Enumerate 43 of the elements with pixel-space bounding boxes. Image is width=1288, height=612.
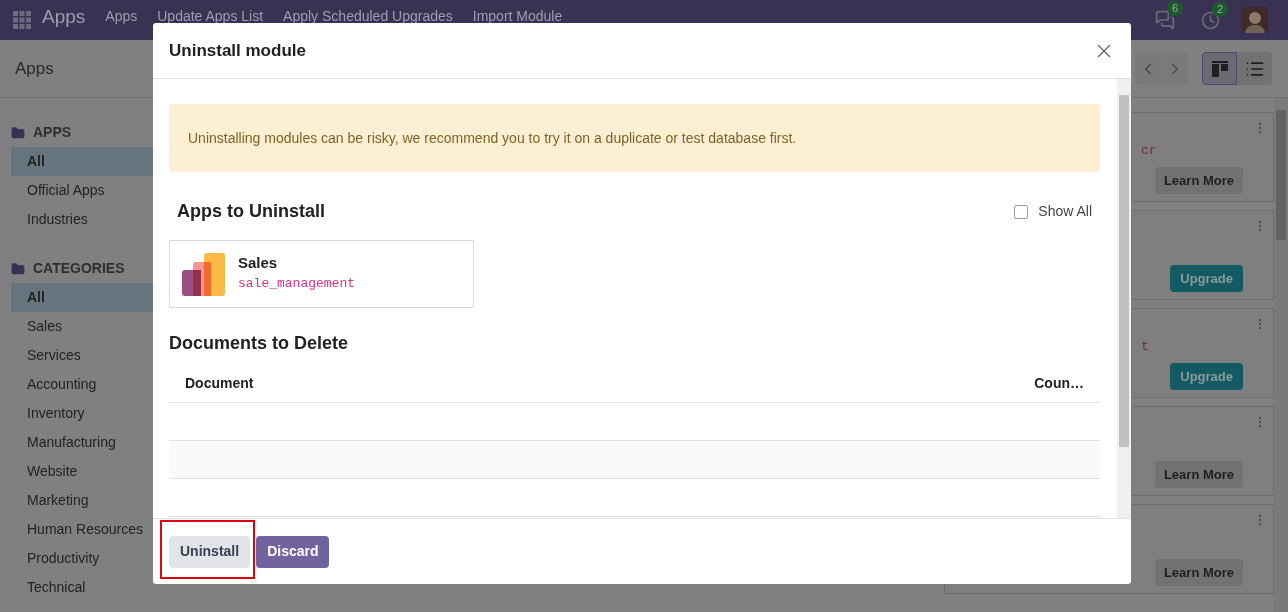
breadcrumb-title: Apps	[15, 57, 54, 80]
uninstall-button[interactable]: Uninstall	[169, 535, 251, 568]
column-header[interactable]: Document	[185, 373, 1035, 394]
upgrade-button[interactable]: Upgrade	[1170, 265, 1243, 292]
sales-app-icon	[182, 252, 225, 296]
app-grid-icon[interactable]	[13, 11, 31, 29]
module-name-text: t	[1141, 339, 1149, 355]
module-name-text: cr	[1141, 143, 1157, 159]
section-heading: Apps to Uninstall	[177, 200, 325, 223]
learn-more-button[interactable]: Learn More	[1154, 461, 1243, 488]
section-heading: Documents to Delete	[169, 332, 350, 355]
kanban-icon	[1210, 59, 1229, 78]
chat-icon[interactable]	[1155, 10, 1175, 30]
nav-menu-item[interactable]: Import Module	[472, 8, 563, 24]
column-header[interactable]: Coun…	[1034, 373, 1084, 394]
brand-title[interactable]: Apps	[42, 2, 86, 32]
warning-alert: Uninstalling modules can be risky, we recommend you to try it on a duplicate or test database first.	[169, 104, 1100, 172]
nav-menu-item[interactable]: Apply Scheduled Upgrades	[283, 8, 453, 24]
technical-name: sale_management	[238, 275, 356, 293]
app-name: Sales	[238, 253, 279, 273]
nav-menu-item[interactable]: Update Apps List	[157, 8, 264, 24]
folder-icon	[11, 125, 25, 140]
folder-icon	[11, 261, 25, 276]
dialog-scrollbar[interactable]	[1117, 79, 1131, 518]
message-count-badge: 6	[1167, 1, 1184, 16]
page-scrollbar[interactable]	[1274, 98, 1288, 612]
show-all-checkbox[interactable]	[1014, 204, 1029, 219]
nav-menu-item[interactable]: Apps	[105, 8, 138, 24]
learn-more-button[interactable]: Learn More	[1154, 559, 1243, 586]
next-page-button[interactable]	[1162, 52, 1188, 85]
dialog-title: Uninstall module	[169, 39, 306, 62]
previous-page-button[interactable]	[1135, 52, 1161, 85]
discard-button[interactable]: Discard	[256, 535, 330, 568]
checkbox-label[interactable]: Show All	[1038, 201, 1092, 222]
upgrade-button[interactable]: Upgrade	[1170, 363, 1243, 390]
kanban-view-button[interactable]	[1202, 52, 1237, 85]
list-view-button[interactable]	[1237, 52, 1272, 85]
section-heading: APPS	[33, 123, 72, 142]
activity-count-badge: 2	[1212, 1, 1229, 17]
avatar-icon[interactable]	[1242, 7, 1268, 33]
learn-more-button[interactable]: Learn More	[1154, 167, 1243, 194]
sidebar-item[interactable]: Technical	[11, 573, 216, 602]
section-heading: CATEGORIES	[33, 259, 125, 278]
